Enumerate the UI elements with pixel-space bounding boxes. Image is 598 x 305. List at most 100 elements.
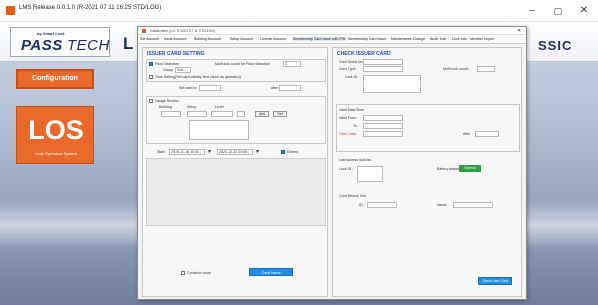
logo-tagline: by Smart Lock: [37, 31, 65, 36]
extend-label: Extend: [287, 150, 299, 154]
valid-to-field: [363, 123, 403, 129]
passtech-logo: by Smart Lock PASS TECH: [10, 27, 110, 57]
time-limit-field: [363, 131, 403, 137]
time-limit-label: Time Limit :: [339, 132, 358, 136]
setup-label: Setup: [187, 105, 197, 109]
valid-from-field: [363, 115, 403, 121]
multi-lock-label: Multi lock count for Floor Selection: [215, 62, 270, 66]
card-issue-button[interactable]: Card Issue: [249, 268, 293, 276]
app-icon: [6, 6, 15, 15]
window-title: LMS Release 0.0.1.0 (R-2021 07 11 16:25 …: [19, 5, 162, 11]
add-button[interactable]: Add: [255, 111, 269, 117]
check-issuer-card-heading: CHECK ISSUER CARD: [337, 51, 391, 57]
dialog-icon: [142, 29, 146, 33]
start-label: Start: [157, 150, 165, 154]
initialization-dialog: Initialization (LIC R-2021 07 11 STD/LOG…: [137, 26, 527, 300]
after-input[interactable]: [279, 85, 301, 91]
tab-issue-account[interactable]: Issue Account: [164, 37, 186, 41]
tab-member-import[interactable]: Member Import: [470, 37, 494, 41]
multi-lock-select[interactable]: 1: [283, 61, 301, 67]
lock-id-list: [363, 75, 421, 93]
valid-date-time-label: Valid Date/Time: [339, 108, 365, 112]
dialog-titlebar: Initialization (LIC R-2021 07 11 STD/LOG…: [138, 27, 526, 35]
hedge-section-checkbox[interactable]: [149, 99, 153, 103]
group-select[interactable]: Gro...: [175, 67, 191, 73]
los-button[interactable]: LOS Lock Operation System: [16, 106, 94, 164]
set-card-label: Set card to: [179, 86, 197, 90]
battery-status-badge: Normal: [459, 165, 481, 172]
after-label: after: [271, 86, 279, 90]
building-label: Building: [159, 105, 172, 109]
configuration-button[interactable]: Configuration: [16, 69, 94, 89]
time-setting-label: Time Setting(Set card validity time (suc…: [155, 75, 241, 79]
level-select[interactable]: [211, 111, 233, 117]
tab-maintenance-change[interactable]: Maintenance Change: [391, 37, 425, 41]
floor-selection-checkbox[interactable]: [149, 62, 153, 66]
end-date-input[interactable]: 2020-12-31 23:59: [217, 149, 253, 155]
group-label: Group: [163, 68, 173, 72]
card-type-label: Card Type :: [339, 67, 358, 71]
card-serial-label: Card Serial No. :: [339, 60, 366, 64]
tab-lock-info[interactable]: Lock Info: [452, 37, 467, 41]
check-issuer-card-panel: CHECK ISSUER CARD Card Serial No. : Card…: [332, 47, 522, 297]
header-title-right: SSIC: [538, 38, 573, 53]
window-titlebar: LMS Release 0.0.1.0 (R-2021 07 11 16:25 …: [0, 0, 598, 22]
issuer-card-setting-heading: ISSUER CARD SETTING: [147, 51, 205, 57]
card-history-label: Card History Info.: [339, 194, 367, 198]
tab-set-account[interactable]: Set Account: [140, 37, 159, 41]
extend-checkbox[interactable]: [281, 150, 285, 154]
continue-issue-checkbox[interactable]: [181, 271, 185, 275]
history-id-field: [367, 202, 397, 208]
tab-license-account[interactable]: License Account: [260, 37, 286, 41]
tab-audit-trail[interactable]: Audit Trail: [430, 37, 446, 41]
maximize-button[interactable]: ▢: [546, 2, 570, 20]
tab-setup-account[interactable]: Setup Account: [230, 37, 253, 41]
issuer-card-setting-panel: ISSUER CARD SETTING Floor Selection Grou…: [142, 47, 328, 297]
dialog-close-button[interactable]: ✕: [514, 27, 524, 35]
tab-membership-card-pin[interactable]: Membership Card Issue with PIN: [293, 37, 346, 41]
start-date-input[interactable]: 2019-11-18 10:00: [169, 149, 205, 155]
logo-pass: PASS: [21, 37, 63, 54]
tab-membership-card-issue[interactable]: Membership Card Issue: [348, 37, 386, 41]
multi-lock-count-field: [477, 66, 495, 72]
to-label: To :: [353, 124, 359, 128]
los-label: LOS: [28, 115, 84, 145]
start-date-dropdown-icon[interactable]: ▼: [207, 149, 212, 155]
del-button[interactable]: Del: [273, 111, 287, 117]
card-serial-field: [363, 59, 403, 65]
history-name-label: Name :: [437, 203, 449, 207]
last-access-lock-list: [357, 166, 383, 182]
history-id-label: ID :: [359, 203, 365, 207]
last-access-label: Last access lock list: [339, 158, 371, 162]
minimize-button[interactable]: –: [520, 2, 544, 20]
last-access-lock-id-label: Lock ID :: [339, 167, 354, 171]
dialog-title: Initialization (LIC R-2021 07 11 STD/LOG…: [150, 29, 216, 33]
level-stepper[interactable]: [237, 111, 245, 117]
card-type-field: [363, 66, 403, 72]
los-subtitle: Lock Operation System: [35, 151, 77, 156]
card-list-area: [146, 158, 326, 226]
hedge-section-label: Hedge Section: [155, 99, 179, 103]
time-limit-after-field: [475, 131, 499, 137]
multi-lock-count-label: Multi lock count :: [443, 67, 470, 71]
close-button[interactable]: ✕: [572, 2, 596, 20]
history-name-field: [453, 202, 493, 208]
logo-tech: TECH: [67, 37, 110, 54]
tab-building-account[interactable]: Building Account: [194, 37, 221, 41]
setup-select[interactable]: [187, 111, 207, 117]
app-background: by Smart Lock PASS TECH L SSIC Configura…: [0, 22, 598, 305]
check-user-card-button[interactable]: Check User Card: [478, 277, 512, 285]
battery-status-label: Battery status :: [437, 167, 461, 171]
header-title-left: L: [123, 34, 134, 53]
lock-id-label: Lock ID :: [345, 75, 360, 79]
floor-selection-label: Floor Selection: [155, 62, 179, 66]
time-setting-checkbox[interactable]: [149, 75, 153, 79]
building-select[interactable]: [161, 111, 181, 117]
time-limit-after-label: after: [463, 132, 471, 136]
end-date-dropdown-icon[interactable]: ▼: [255, 149, 260, 155]
dialog-tab-bar: Set Account Issue Account Building Accou…: [138, 35, 526, 44]
hedge-list[interactable]: [189, 120, 249, 140]
level-label: Level: [215, 105, 224, 109]
valid-from-label: Valid From :: [339, 116, 359, 120]
set-card-input[interactable]: [199, 85, 221, 91]
